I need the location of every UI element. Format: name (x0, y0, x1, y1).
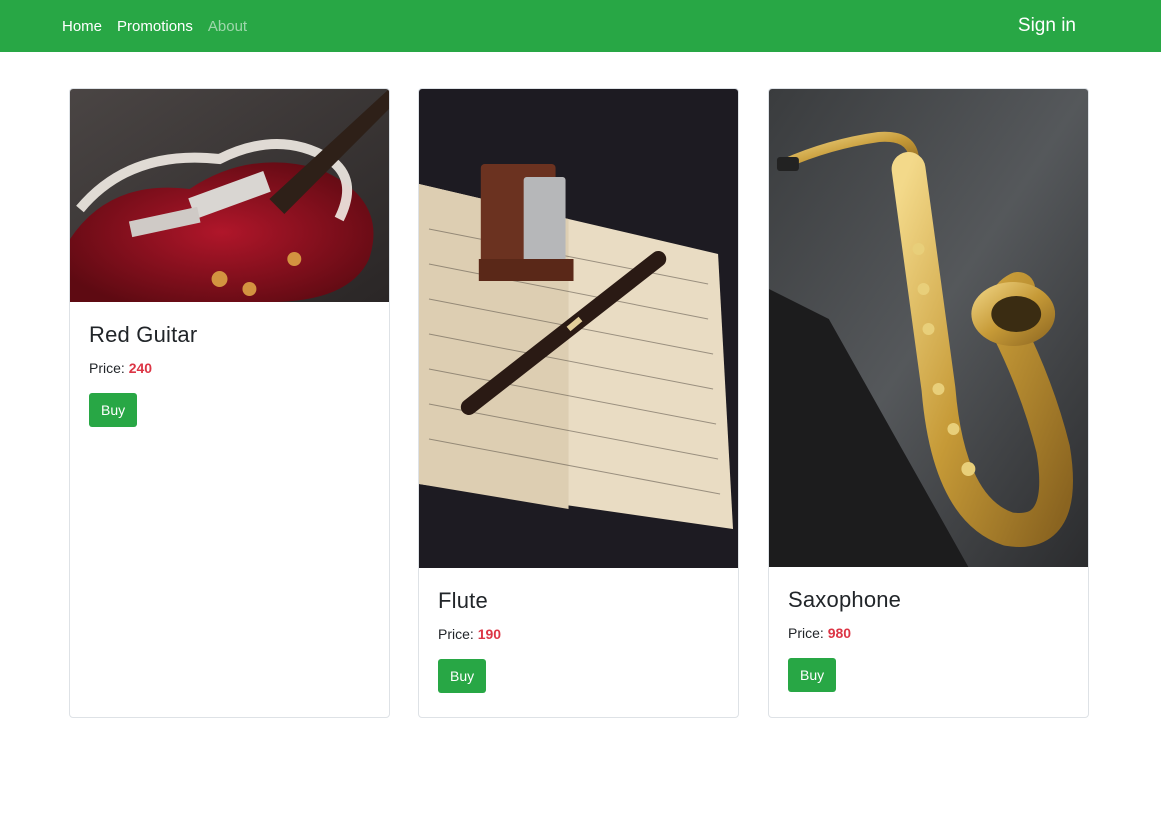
product-card-flute: Flute Price: 190 Buy (418, 88, 739, 718)
price-label: Price: (438, 626, 474, 642)
price-line: Price: 190 (438, 626, 719, 642)
nav-links: Home Promotions About (62, 0, 262, 52)
price-line: Price: 240 (89, 360, 370, 376)
price-value: 190 (477, 626, 502, 642)
product-card-saxophone: Saxophone Price: 980 Buy (768, 88, 1089, 718)
product-card-red-guitar: Red Guitar Price: 240 Buy (69, 88, 390, 718)
nav-link-home[interactable]: Home (62, 18, 102, 35)
card-body: Saxophone Price: 980 Buy (769, 567, 1088, 712)
product-title: Saxophone (788, 587, 902, 612)
price-value: 240 (128, 360, 153, 376)
nav-link-about[interactable]: About (208, 18, 247, 35)
card-body: Flute Price: 190 Buy (419, 568, 738, 713)
product-title: Red Guitar (89, 322, 198, 347)
product-title: Flute (438, 588, 488, 613)
product-image-saxophone (769, 89, 1088, 567)
buy-button-red-guitar[interactable]: Buy (89, 393, 138, 427)
card-body: Red Guitar Price: 240 Buy (70, 302, 389, 447)
product-image-red-guitar (70, 89, 389, 302)
price-line: Price: 980 (788, 625, 1069, 641)
price-value: 980 (827, 625, 852, 641)
product-image-flute (419, 89, 738, 568)
sign-in-link[interactable]: Sign in (1018, 0, 1076, 52)
price-label: Price: (89, 360, 125, 376)
top-navbar: Home Promotions About Sign in (0, 0, 1161, 52)
buy-button-saxophone[interactable]: Buy (788, 658, 837, 692)
buy-button-flute[interactable]: Buy (438, 659, 487, 693)
price-label: Price: (788, 625, 824, 641)
nav-link-promotions[interactable]: Promotions (117, 18, 193, 35)
